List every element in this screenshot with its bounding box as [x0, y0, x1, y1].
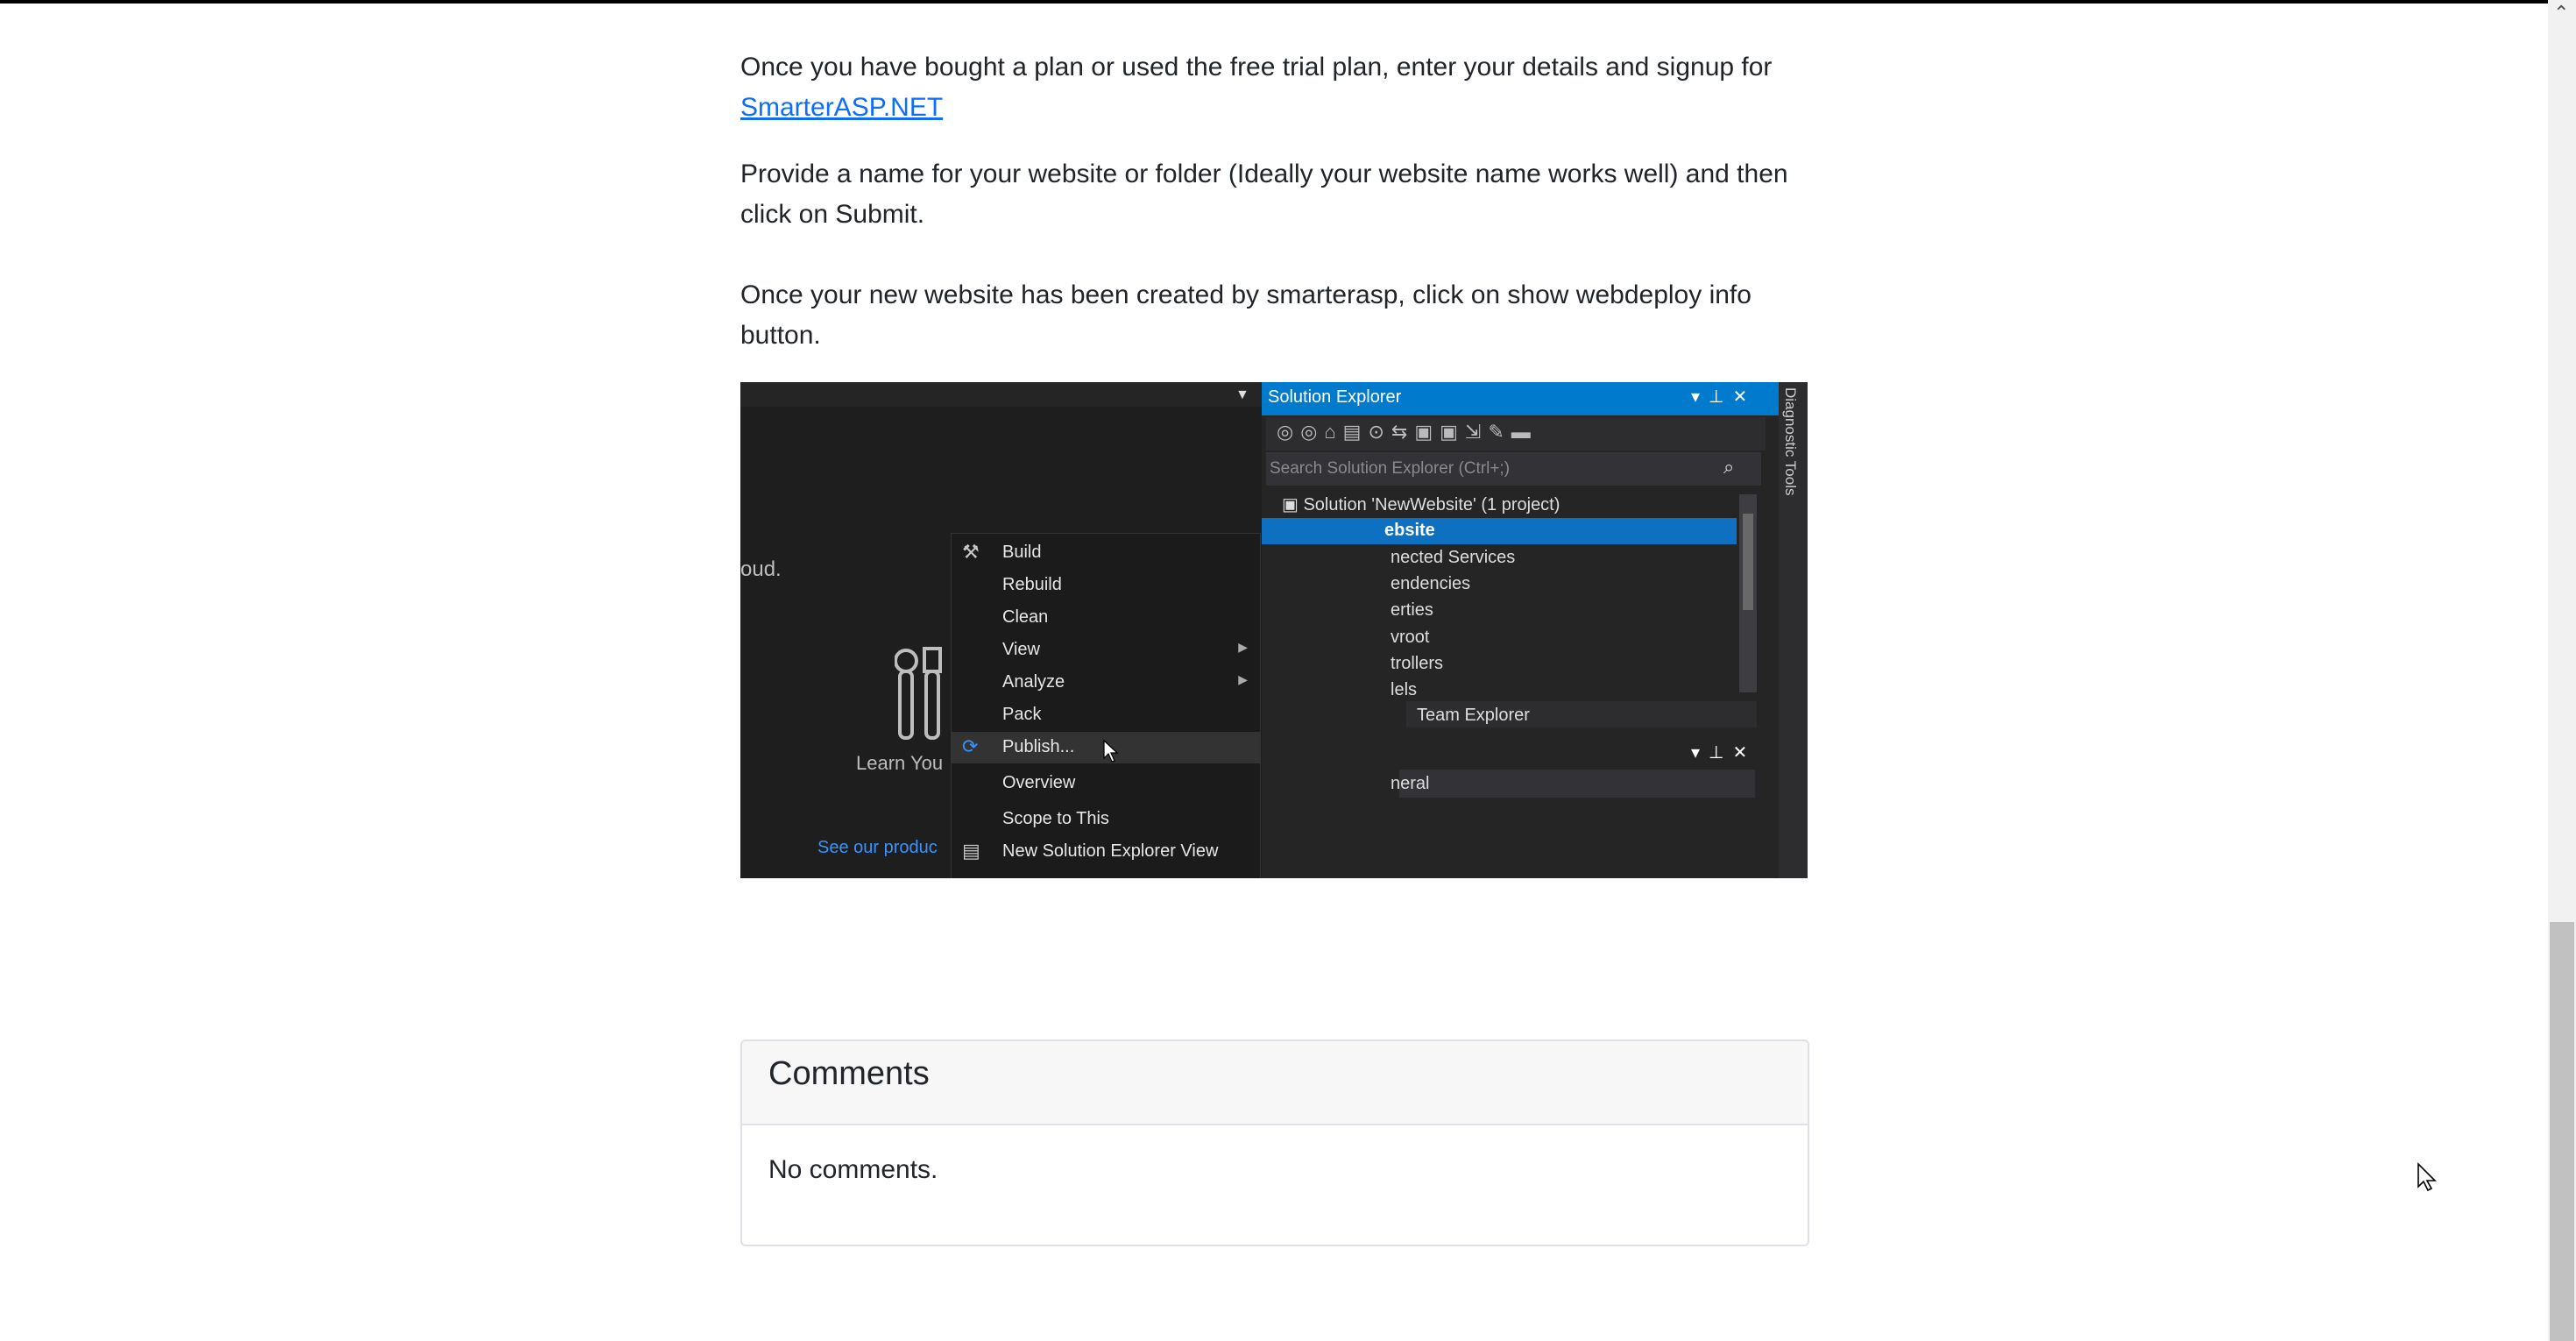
menu-item-label: Pack: [1002, 705, 1042, 724]
menu-item-label: Clean: [1002, 607, 1049, 627]
page-scroll-thumb[interactable]: [2550, 922, 2574, 1341]
tree-item: lels: [1391, 680, 1418, 699]
menu-item-label: Analyze: [1002, 672, 1065, 692]
tree-item: erties: [1391, 600, 1433, 620]
paragraph-webdeploy: Once your new website has been created b…: [740, 280, 1752, 350]
menu-item-label: New Solution Explorer View: [1002, 841, 1219, 861]
paragraph-name-website: Provide a name for your website or folde…: [740, 160, 1788, 229]
menu-item-label: Overview: [1002, 773, 1076, 792]
menu-item-view: View ▶: [952, 635, 1260, 666]
solution-search-placeholder: Search Solution Explorer (Ctrl+;): [1270, 459, 1511, 478]
scroll-up-arrow-icon[interactable]: ⌃: [2553, 2, 2569, 25]
menu-item-clean: Clean: [952, 602, 1260, 634]
menu-item-label: Rebuild: [1002, 575, 1062, 594]
selected-project-row: [1262, 518, 1737, 544]
selected-project-label: ebsite: [1384, 521, 1435, 540]
smarterasp-link[interactable]: SmarterASP.NET: [740, 93, 943, 122]
team-explorer-tab: Team Explorer: [1417, 706, 1530, 725]
publish-icon: ⟳: [962, 735, 979, 757]
submenu-arrow-icon: ▶: [1238, 672, 1248, 686]
solution-scroll-thumb: [1743, 514, 1753, 610]
comments-header: Comments: [742, 1041, 1808, 1125]
menu-item-label: Publish...: [1002, 737, 1075, 756]
properties-pin-close-icons: ▾⊥✕: [1691, 743, 1757, 763]
caret-down-icon: ▼: [1235, 387, 1249, 402]
solution-explorer-title: Solution Explorer: [1268, 387, 1402, 407]
paragraph-signup-text: Once you have bought a plan or used the …: [740, 53, 1773, 82]
menu-item-pack: Pack: [952, 699, 1260, 731]
no-comments-text: No comments.: [768, 1155, 938, 1184]
search-icon: ⌕: [1723, 456, 1735, 478]
solution-icon: ▣: [1282, 495, 1304, 514]
general-dropdown-bg: [1399, 770, 1755, 798]
learn-text: Learn You: [856, 752, 944, 774]
solution-row-label: Solution 'NewWebsite' (1 project): [1303, 495, 1560, 514]
menu-item-label: Build: [1002, 543, 1042, 562]
menu-item-rebuild: Rebuild: [952, 570, 1260, 601]
menu-item-analyze: Analyze ▶: [952, 667, 1260, 699]
cloud-text-fragment: oud.: [740, 557, 782, 581]
menu-item-scope: Scope to This: [952, 804, 1260, 835]
editor-header: [740, 382, 1262, 407]
see-products-link: See our produc: [817, 838, 938, 857]
comments-title: Comments: [768, 1055, 930, 1092]
menu-item-label: View: [1002, 640, 1040, 659]
mouse-cursor-icon: [2417, 1162, 2438, 1196]
toolbar-icons: ◎◎⌂▤⊙⇆▣▣⇲✎▬: [1277, 421, 1538, 443]
pin-close-icons: ▾⊥✕: [1691, 387, 1757, 407]
menu-item-label: Scope to This: [1002, 809, 1109, 828]
new-view-icon: ▤: [962, 840, 980, 862]
menu-item-overview: Overview: [952, 768, 1260, 799]
tree-item: vroot: [1391, 628, 1430, 647]
solution-row: ▣ Solution 'NewWebsite' (1 project): [1282, 493, 1560, 515]
paragraph-signup: Once you have bought a plan or used the …: [740, 47, 1814, 128]
tree-item: endencies: [1391, 574, 1471, 593]
build-icon: ⚒: [962, 541, 980, 563]
tools-icon: [894, 645, 947, 746]
general-dropdown: neral: [1391, 774, 1430, 793]
top-border: [0, 0, 2548, 4]
menu-item-new-view: ▤ New Solution Explorer View: [952, 836, 1260, 868]
context-menu: ⚒ Build Rebuild Clean View ▶ Analyze ▶ P…: [951, 533, 1261, 878]
vs-cursor-icon: [1103, 739, 1119, 769]
menu-item-build: ⚒ Build: [952, 537, 1260, 569]
diagnostic-tools-label: Diagnostic Tools: [1782, 387, 1799, 496]
tree-item: nected Services: [1391, 548, 1516, 567]
submenu-arrow-icon: ▶: [1238, 640, 1248, 654]
tree-item: trollers: [1391, 654, 1444, 673]
comments-card: Comments No comments.: [740, 1039, 1809, 1246]
visual-studio-screenshot: ▼ oud. Learn You See our produc Solution…: [740, 382, 1808, 878]
